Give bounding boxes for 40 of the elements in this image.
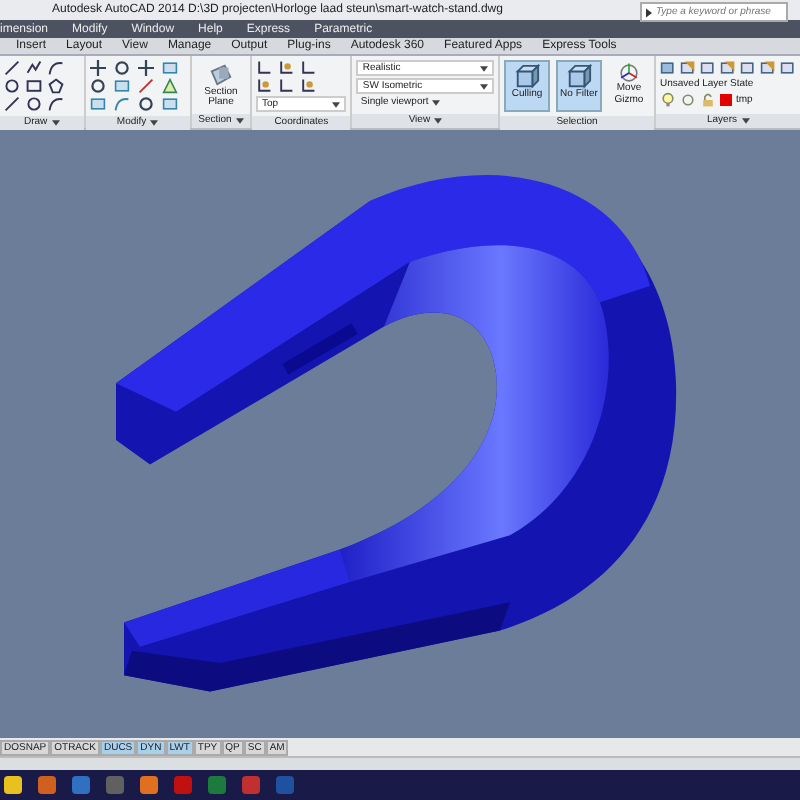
lock-icon[interactable] xyxy=(700,92,716,108)
cube-icon xyxy=(566,64,592,90)
caret-icon[interactable] xyxy=(434,118,443,124)
lightbulb-icon[interactable] xyxy=(660,92,676,108)
arc-icon[interactable] xyxy=(48,60,64,76)
polyline-icon[interactable] xyxy=(26,60,42,76)
circle-icon[interactable] xyxy=(4,78,20,94)
layer-tool-icon[interactable] xyxy=(700,60,716,76)
layer-tool-icon[interactable] xyxy=(780,60,796,76)
caret-icon[interactable] xyxy=(51,120,60,126)
section-plane-icon xyxy=(207,61,234,87)
rect-icon[interactable] xyxy=(26,78,42,94)
arc-icon[interactable] xyxy=(48,96,64,112)
line-icon[interactable] xyxy=(4,96,20,112)
layer-tool-icon[interactable] xyxy=(740,60,756,76)
circle-icon[interactable] xyxy=(113,60,130,76)
ucs-icon[interactable] xyxy=(255,78,272,94)
caret-icon xyxy=(646,7,652,17)
caret-icon xyxy=(332,101,341,107)
layer-tool-icon[interactable] xyxy=(660,60,676,76)
ucs-icon[interactable] xyxy=(277,60,294,76)
caret-icon[interactable] xyxy=(235,118,244,124)
caret-icon[interactable] xyxy=(432,99,441,105)
layer-tool-icon[interactable] xyxy=(720,60,736,76)
line-icon[interactable] xyxy=(4,60,20,76)
circle-icon[interactable] xyxy=(89,78,106,94)
caret-icon xyxy=(480,65,488,71)
circle-icon[interactable] xyxy=(137,96,154,112)
layer-tool-icon[interactable] xyxy=(760,60,776,76)
cube-icon xyxy=(514,64,540,90)
circle-icon[interactable] xyxy=(26,96,42,112)
viewport[interactable] xyxy=(0,130,800,738)
gizmo-icon xyxy=(616,62,642,84)
caret-icon[interactable] xyxy=(741,118,749,124)
line-icon[interactable] xyxy=(137,78,154,94)
ucs-icon[interactable] xyxy=(299,78,316,94)
polygon-icon[interactable] xyxy=(48,78,64,94)
caret-icon[interactable] xyxy=(150,120,159,126)
layer-tool-icon[interactable] xyxy=(680,60,696,76)
caret-icon xyxy=(480,83,488,89)
